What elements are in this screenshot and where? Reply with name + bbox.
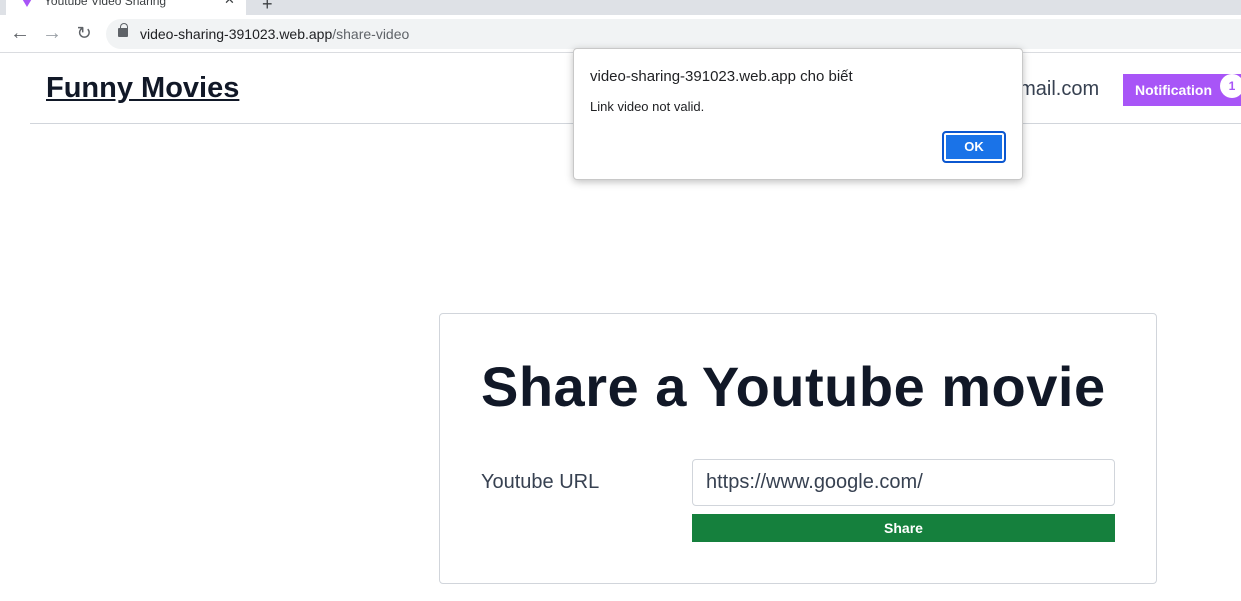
youtube-url-input[interactable] xyxy=(692,459,1115,506)
share-video-card: Share a Youtube movie Youtube URL Share xyxy=(439,313,1157,584)
browser-tab[interactable]: Youtube Video Sharing ✕ xyxy=(6,0,246,15)
forward-arrow-icon[interactable]: → xyxy=(40,21,64,45)
address-url[interactable]: video-sharing-391023.web.app/share-video xyxy=(140,26,409,42)
youtube-url-label: Youtube URL xyxy=(481,471,600,493)
notification-count-badge: 1 xyxy=(1220,74,1241,98)
browser-tab-strip: Youtube Video Sharing ✕ + xyxy=(0,0,1241,15)
new-tab-button[interactable]: + xyxy=(262,0,273,15)
tab-close-icon[interactable]: ✕ xyxy=(224,0,235,8)
lock-icon[interactable] xyxy=(118,23,128,37)
alert-message: Link video not valid. xyxy=(590,99,705,114)
back-arrow-icon[interactable]: ← xyxy=(8,21,32,45)
brand-link[interactable]: Funny Movies xyxy=(46,72,239,105)
alert-title: video-sharing-391023.web.app cho biết xyxy=(590,68,853,85)
url-path: /share-video xyxy=(332,26,410,42)
address-bar[interactable]: video-sharing-391023.web.app/share-video xyxy=(106,19,1241,49)
share-button[interactable]: Share xyxy=(692,514,1115,542)
reload-icon[interactable]: ↻ xyxy=(72,21,96,45)
ok-button[interactable]: OK xyxy=(942,131,1006,163)
alert-dialog: video-sharing-391023.web.app cho biết Li… xyxy=(573,48,1023,180)
site-favicon-icon xyxy=(21,0,33,7)
tab-title: Youtube Video Sharing xyxy=(44,0,167,8)
page-title: Share a Youtube movie xyxy=(481,355,1106,418)
url-host: video-sharing-391023.web.app xyxy=(140,26,333,42)
